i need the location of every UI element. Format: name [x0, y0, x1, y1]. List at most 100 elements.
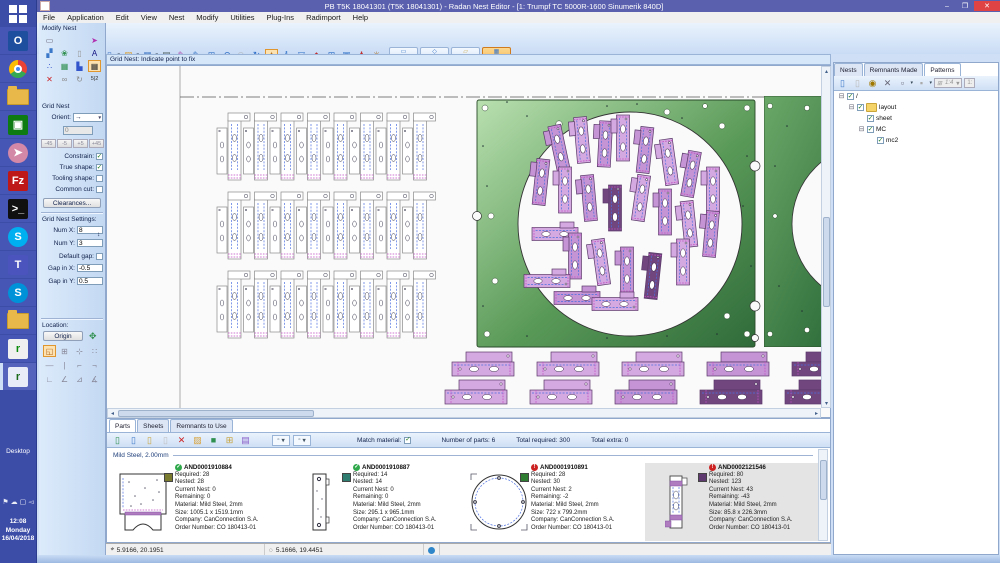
text-icon[interactable]: A [88, 47, 101, 59]
radan-project-icon[interactable]: r [0, 335, 36, 362]
parts-scrollbar[interactable] [818, 449, 828, 541]
exit-nest-icon[interactable]: ➤ [88, 34, 101, 46]
open-folder-icon[interactable]: ▨ [191, 434, 204, 447]
tree-row-root[interactable]: ⊟✓/ [834, 91, 998, 102]
scroll-left-icon[interactable]: ◂ [108, 409, 117, 418]
globe-icon[interactable] [428, 547, 435, 554]
part-card[interactable]: !AND0002121546Required: 80Nested: 123Cur… [645, 463, 821, 541]
nest-canvas[interactable]: ◂▸▴▾ [106, 65, 831, 418]
desktop-toolbar-label[interactable]: Desktop [0, 448, 36, 455]
grid-nest-icon[interactable]: ▦ [88, 60, 101, 72]
sort-dropdown[interactable]: ▫▾ [293, 435, 311, 446]
delete-icon[interactable]: ✕ [43, 73, 56, 85]
menu-radimport[interactable]: Radimport [300, 13, 347, 22]
skype-icon[interactable]: S [0, 223, 36, 250]
tab-parts[interactable]: Parts [109, 419, 136, 432]
option-checkbox[interactable]: ✓ [96, 153, 103, 160]
import-part-icon[interactable]: ▯ [127, 434, 140, 447]
option-checkbox[interactable] [96, 175, 103, 182]
view-mode-icon[interactable]: ▫▾ [896, 77, 909, 90]
expander-icon[interactable]: ⊟ [848, 104, 855, 111]
outlook-icon[interactable]: O [0, 27, 36, 54]
thumbnail-size-dropdown[interactable]: ▫▾ [272, 435, 290, 446]
angle-button-m5[interactable]: -5 [57, 139, 72, 148]
move-origin-icon[interactable]: ✥ [89, 331, 97, 342]
num-input-y[interactable] [77, 239, 103, 247]
menu-application[interactable]: Application [61, 13, 110, 22]
menu-help[interactable]: Help [347, 13, 374, 22]
option-checkbox[interactable]: ✓ [96, 164, 103, 171]
tree-row-MC[interactable]: ⊟✓MC [834, 124, 998, 135]
angle-button-p5[interactable]: +5 [73, 139, 88, 148]
v-scroll-thumb[interactable] [823, 217, 830, 307]
clearances-button[interactable]: Clearances... [43, 198, 101, 208]
angle-button-m45[interactable]: -45 [41, 139, 56, 148]
option-checkbox[interactable] [96, 186, 103, 193]
paste-part-icon[interactable]: ▯ [159, 434, 172, 447]
fill-mode-icon[interactable]: ▪▾ [915, 77, 928, 90]
menu-view[interactable]: View [135, 13, 163, 22]
pack-icon[interactable]: ■ [207, 434, 220, 447]
filezilla-icon[interactable]: Fz [0, 167, 36, 194]
network-icon[interactable]: ▢ [20, 498, 27, 506]
tree-checkbox[interactable]: ✓ [867, 126, 874, 133]
angle-input[interactable] [63, 126, 93, 135]
tab-patterns[interactable]: Patterns [924, 63, 960, 76]
menu-nest[interactable]: Nest [163, 13, 190, 22]
terminal-icon[interactable]: >_ [0, 195, 36, 222]
radan-nest-editor-icon[interactable]: r [0, 363, 36, 390]
block-nest-icon[interactable]: ▦ [58, 60, 71, 72]
teams-icon[interactable]: T [0, 251, 36, 278]
angle-30-icon[interactable]: ∡ [88, 373, 101, 385]
pick-count-icon[interactable]: ↕ [97, 231, 100, 238]
tree-checkbox[interactable]: ✓ [867, 115, 874, 122]
menu-edit[interactable]: Edit [110, 13, 135, 22]
orient-dropdown-icon[interactable]: ▾ [98, 115, 101, 121]
fill-mode-icon-dropdown[interactable]: ▾ [929, 77, 932, 90]
tree-checkbox[interactable]: ✓ [857, 104, 864, 111]
h-scrollbar[interactable]: ◂▸ [107, 408, 821, 418]
close-button[interactable]: ✕ [974, 1, 1000, 11]
remove-part-icon[interactable]: ✕ [175, 434, 188, 447]
copy-pattern-icon[interactable]: ▯ [851, 77, 864, 90]
part-card[interactable]: !AND0001910891Required: 28Nested: 30Curr… [467, 463, 643, 541]
scale-select[interactable]: ⊞1:4▾ [934, 78, 962, 88]
corner-tr-icon[interactable]: ¬ [88, 359, 101, 371]
parts-scroll-thumb[interactable] [820, 460, 827, 500]
menu-plugins[interactable]: Plug-Ins [261, 13, 301, 22]
snap-center-icon[interactable]: ⊹ [73, 345, 86, 357]
snap-grid-icon[interactable]: ⊞ [58, 345, 71, 357]
skype-business-icon[interactable]: S [0, 279, 36, 306]
gap-input-y[interactable] [77, 277, 103, 285]
angle-45-icon[interactable]: ∠ [58, 373, 71, 385]
green-app-icon[interactable]: ▣ [0, 111, 36, 138]
taskbar-clock[interactable]: 12:08 Monday 16/04/2018 [0, 518, 36, 544]
nest-window-icon[interactable]: ▭ [43, 34, 56, 46]
start-button[interactable] [0, 0, 36, 27]
part-card[interactable]: ✓AND0001910884Required: 28Nested: 28Curr… [111, 463, 287, 541]
sheet-part-2[interactable] [764, 96, 822, 347]
default-gap-checkbox[interactable] [96, 253, 103, 260]
v-scrollbar[interactable]: ▴▾ [821, 66, 831, 408]
menu-utilities[interactable]: Utilities [224, 13, 260, 22]
delete-pattern-icon[interactable]: ✕ [881, 77, 894, 90]
search-icon[interactable]: ◉ [866, 77, 879, 90]
h-scroll-thumb[interactable] [118, 410, 314, 417]
part-snap-icon[interactable]: ▞ [43, 47, 56, 59]
corner-bl-icon[interactable]: ∟ [43, 373, 56, 385]
tab-remnants-made[interactable]: Remnants Made [864, 63, 924, 76]
snap-corner-icon[interactable]: ◱ [43, 345, 56, 357]
scale2-select[interactable]: 1: [964, 78, 975, 88]
tree-row-layout[interactable]: ⊟✓layout [834, 102, 998, 113]
tree-checkbox[interactable]: ✓ [877, 137, 884, 144]
tab-remnants-to-use[interactable]: Remnants to Use [170, 419, 232, 432]
folder-icon[interactable] [0, 307, 36, 334]
edge-v-icon[interactable]: | [58, 359, 71, 371]
scroll-up-icon[interactable]: ▴ [822, 67, 831, 76]
tab-nests[interactable]: Nests [834, 63, 863, 76]
new-pattern-icon[interactable]: ▯ [836, 77, 849, 90]
view-mode-icon-dropdown[interactable]: ▾ [910, 77, 913, 90]
flag-icon[interactable]: ⚑ [2, 498, 8, 506]
gap-input-x[interactable] [77, 264, 103, 272]
edit-part-icon[interactable]: ▯ [143, 434, 156, 447]
